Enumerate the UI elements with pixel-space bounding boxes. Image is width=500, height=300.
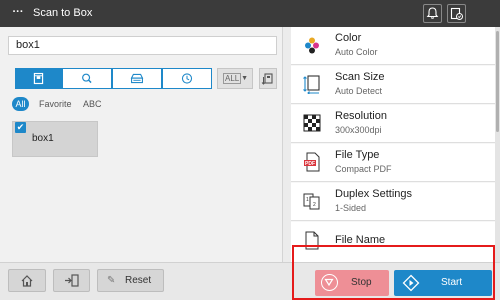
setting-title: Scan Size <box>335 71 385 83</box>
setting-color[interactable]: Color Auto Color <box>291 27 495 65</box>
start-icon <box>402 274 420 292</box>
setting-title: File Type <box>335 149 380 161</box>
dropdown-value: ALL <box>223 73 242 84</box>
svg-text:PDF: PDF <box>305 161 315 167</box>
tab-search[interactable] <box>62 68 112 89</box>
setting-file-type[interactable]: PDF File Type Compact PDF <box>291 144 495 182</box>
stop-icon <box>321 274 338 291</box>
home-icon <box>21 275 33 287</box>
pdf-icon: PDF <box>304 152 320 172</box>
page-title: Scan to Box <box>33 7 93 19</box>
setting-value: 300x300dpi <box>335 125 382 135</box>
filter-abc[interactable]: ABC <box>83 97 102 111</box>
clock-icon <box>181 73 193 84</box>
scanner-icon <box>130 73 144 84</box>
reset-icon: ✎ <box>107 275 116 286</box>
box-name-field[interactable]: box1 <box>8 36 277 55</box>
stop-button[interactable]: Stop <box>315 270 389 296</box>
tab-scanner[interactable] <box>112 68 162 89</box>
box-tile-label: box1 <box>32 133 54 144</box>
device-button[interactable] <box>447 4 466 23</box>
bell-button[interactable] <box>423 4 442 23</box>
chevron-down-icon: ▼ <box>241 75 248 82</box>
tab-box[interactable] <box>15 68 62 89</box>
checkbox-checked-icon[interactable]: ✔ <box>15 122 26 133</box>
setting-value: Compact PDF <box>335 164 392 174</box>
resolution-icon <box>303 114 321 132</box>
reset-label: Reset <box>125 275 152 286</box>
menu-button[interactable]: ··· <box>8 6 28 21</box>
tab-history[interactable] <box>162 68 212 89</box>
stop-label: Stop <box>351 277 372 288</box>
setting-resolution[interactable]: Resolution 300x300dpi <box>291 105 495 143</box>
search-icon <box>82 73 92 84</box>
reset-button[interactable]: ✎ Reset <box>97 269 164 292</box>
sort-icon <box>261 73 273 85</box>
bell-icon <box>426 7 439 19</box>
logout-button[interactable] <box>53 269 90 292</box>
setting-value: Auto Color <box>335 47 378 57</box>
filter-favorite[interactable]: Favorite <box>39 97 72 111</box>
start-button[interactable]: Start <box>394 270 492 296</box>
filter-all[interactable]: All <box>12 97 29 111</box>
setting-title: Color <box>335 32 362 44</box>
sort-button[interactable] <box>259 68 277 89</box>
duplex-icon: 1 2 <box>303 193 320 210</box>
setting-title: Duplex Settings <box>335 188 413 200</box>
svg-text:1: 1 <box>306 197 309 203</box>
home-button[interactable] <box>8 269 46 292</box>
setting-scan-size[interactable]: Scan Size Auto Detect <box>291 66 495 104</box>
box-icon <box>33 72 44 85</box>
color-icon <box>305 37 319 54</box>
setting-value: Auto Detect <box>335 86 383 96</box>
setting-duplex[interactable]: 1 2 Duplex Settings 1-Sided <box>291 183 495 221</box>
scrollbar-thumb[interactable] <box>496 31 499 132</box>
setting-title: Resolution <box>335 110 387 122</box>
svg-text:2: 2 <box>313 202 316 208</box>
box-type-dropdown[interactable]: ALL ▼ <box>217 68 253 89</box>
logout-icon <box>65 274 79 287</box>
scan-size-icon <box>303 75 320 94</box>
start-label: Start <box>441 277 463 288</box>
setting-value: 1-Sided <box>335 203 367 213</box>
device-icon <box>450 7 463 20</box>
